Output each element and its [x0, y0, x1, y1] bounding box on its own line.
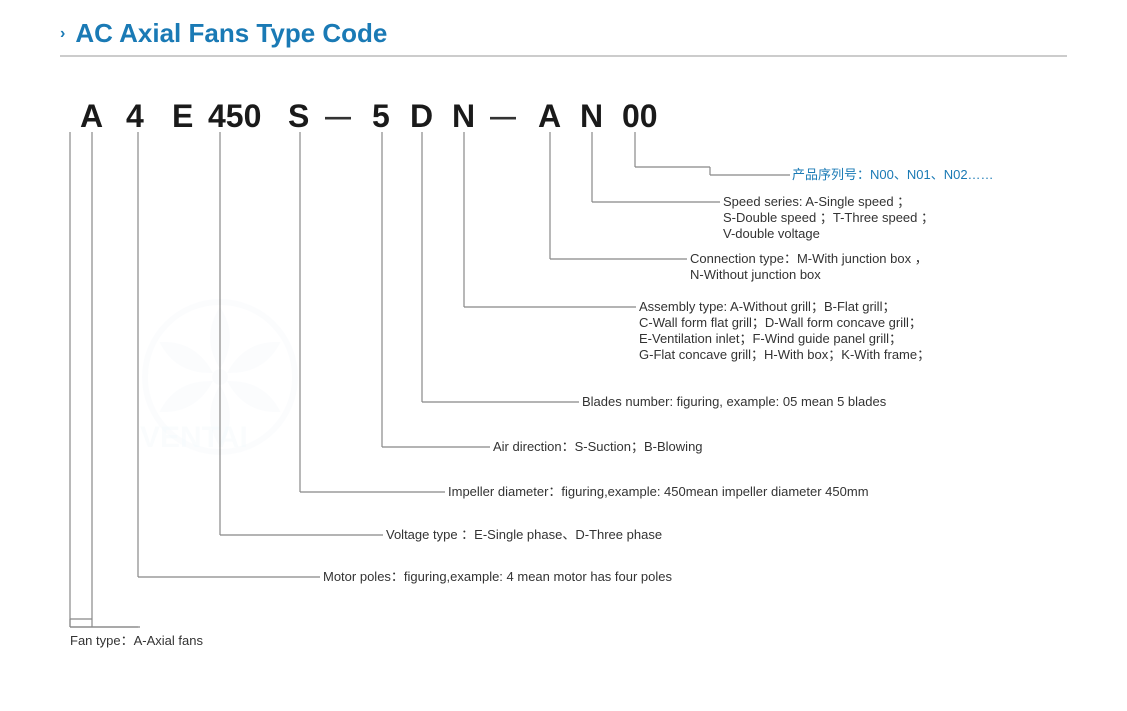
annotation-speed-line2: S-Double speed ；T-Three speed ；	[723, 210, 934, 226]
code-char-450: 450	[208, 98, 261, 134]
code-char-N: N	[452, 98, 475, 134]
title-section: › AC Axial Fans Type Code	[60, 18, 1067, 49]
annotation-assembly-line4: G-Flat concave grill；H-With box；K-With f…	[639, 347, 930, 363]
page-title: AC Axial Fans Type Code	[75, 18, 387, 49]
annotation-product-series: 产品序列号：N00、N01、N02……	[792, 167, 994, 182]
annotation-connection-line1: Connection type：M-With junction box ，	[690, 251, 928, 266]
annotation-motor-poles: Motor poles：figuring,example: 4 mean mot…	[323, 569, 673, 584]
code-dash-1: —	[325, 101, 351, 131]
annotation-assembly-line1: Assembly type: A-Without grill；B-Flat gr…	[639, 299, 895, 315]
annotation-air-direction: Air direction：S-Suction；B-Blowing	[493, 439, 703, 455]
code-char-D: D	[410, 98, 433, 134]
annotation-speed-line1: Speed series: A-Single speed ；	[723, 194, 910, 210]
annotation-impeller: Impeller diameter：figuring,example: 450m…	[448, 484, 869, 499]
annotation-speed-line3: V-double voltage	[723, 226, 820, 241]
title-chevron-icon: ›	[60, 25, 65, 43]
code-char-A2: A	[538, 98, 561, 134]
annotation-assembly-line3: E-Ventilation inlet；F-Wind guide panel g…	[639, 331, 902, 347]
code-char-N2: N	[580, 98, 603, 134]
code-char-E: E	[172, 98, 193, 134]
code-dash-2: —	[490, 101, 516, 131]
annotation-connection-line2: N-Without junction box	[690, 267, 821, 282]
code-char-5: 5	[372, 98, 390, 134]
annotation-fan-type: Fan type：A-Axial fans	[70, 633, 203, 648]
code-char-S: S	[288, 98, 309, 134]
code-char-00: 00	[622, 98, 658, 134]
diagram-area: VENTAI A 4 E 450 S — 5 D N — A	[60, 67, 1067, 667]
title-divider	[60, 55, 1067, 57]
code-char-4: 4	[126, 98, 144, 134]
page-container: › AC Axial Fans Type Code	[0, 0, 1127, 687]
code-char-A: A	[80, 98, 103, 134]
annotation-voltage: Voltage type ：E-Single phase、D-Three pha…	[386, 527, 662, 542]
type-code-diagram: A 4 E 450 S — 5 D N — A N 00	[60, 67, 1067, 667]
annotation-blades: Blades number: figuring, example: 05 mea…	[582, 394, 887, 409]
annotation-assembly-line2: C-Wall form flat grill；D-Wall form conca…	[639, 315, 922, 331]
